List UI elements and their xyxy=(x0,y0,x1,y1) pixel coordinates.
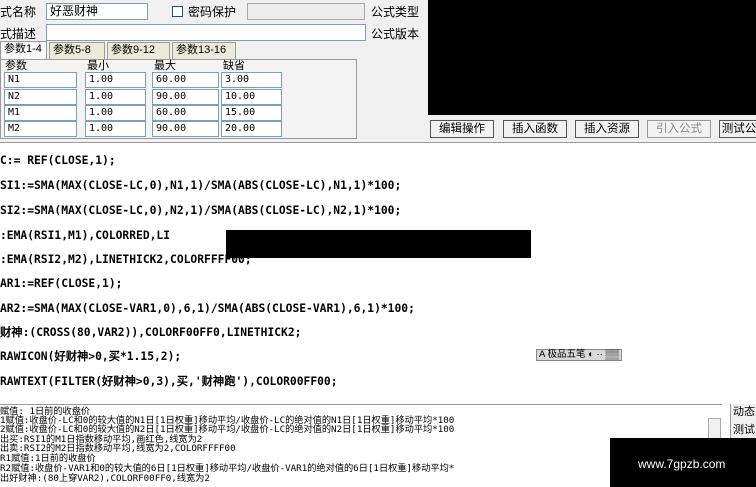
formula-code-editor[interactable]: C:= REF(CLOSE,1); SI1:=SMA(MAX(CLOSE-LC,… xyxy=(0,142,756,404)
formula-version-label: 公式版本 xyxy=(371,27,420,41)
test-button[interactable]: 测试 xyxy=(733,424,755,436)
param-cell[interactable]: 15.00 xyxy=(221,105,282,121)
param-cell[interactable]: 20.00 xyxy=(221,121,282,137)
dynamic-button[interactable]: 动态 xyxy=(733,406,755,418)
param-cell[interactable]: 3.00 xyxy=(221,72,282,88)
formula-type-label: 公式类型 xyxy=(371,5,420,19)
code-line-text: AR2:=SMA(MAX(CLOSE-VAR1,0),6,1)/SMA(ABS(… xyxy=(0,302,415,315)
param-cell[interactable]: M2 xyxy=(4,121,77,137)
import-formula-button: 引入公式 xyxy=(647,120,711,138)
code-line-text: :EMA(RSI2,M2),LINETHICK2,COLORFFFF00; xyxy=(0,253,252,266)
formula-desc-label: 式描述 xyxy=(0,27,37,41)
message-line: 出卖:RSI2的M2日指数移动平均,线宽为2,COLORFFFF00 xyxy=(0,443,236,454)
ime-status-bar[interactable]: A 极品五笔 ◐ ·· ▒▒ xyxy=(536,349,622,361)
param-table: 参数 最小 最大 缺省 N1 1.00 60.00 3.00 N2 1.00 9… xyxy=(0,59,357,139)
formula-desc-input[interactable] xyxy=(46,24,366,41)
param-header-name: 参数 xyxy=(5,60,27,72)
code-line-text: AR1:=REF(CLOSE,1); xyxy=(0,277,123,290)
message-line: R2赋值:收盘价-VAR1和0的较大值的6日[1日权重]移动平均/收盘价-VAR… xyxy=(0,463,455,474)
param-cell[interactable]: 1.00 xyxy=(85,105,146,121)
tab-params-13-16[interactable]: 参数13-16 xyxy=(172,42,236,59)
param-header-max: 最大 xyxy=(154,60,176,72)
password-input xyxy=(247,3,365,20)
watermark: www.7gpzb.com xyxy=(610,438,756,487)
code-line-text: SI1:=SMA(MAX(CLOSE-LC,0),N1,1)/SMA(ABS(C… xyxy=(0,179,402,192)
param-header-min: 最小 xyxy=(87,60,109,72)
param-cell[interactable]: 1.00 xyxy=(85,72,146,88)
code-redacted-area xyxy=(226,230,531,258)
watermark-text: www.7gpzb.com xyxy=(638,457,726,471)
param-cell[interactable]: 1.00 xyxy=(85,121,146,137)
formula-name-input[interactable]: 好恶财神 xyxy=(46,3,148,20)
param-cell[interactable]: 60.00 xyxy=(152,72,219,88)
code-line-text: RAWTEXT(FILTER(好财神>0,3),买,'财神跑'),COLOR00… xyxy=(0,375,338,388)
param-cell[interactable]: N1 xyxy=(4,72,77,88)
code-line-text: :EMA(RSI1,M1),COLORRED,LI xyxy=(0,229,171,242)
code-line: AR1:=REF(CLOSE,1); xyxy=(0,277,122,291)
message-line: 2赋值:收盘价-LC和0的较大值的N2日[1日权重]移动平均/收盘价-LC的绝对… xyxy=(0,424,455,435)
tab-params-1-4[interactable]: 参数1-4 xyxy=(0,41,47,60)
insert-resource-button[interactable]: 插入资源 xyxy=(575,120,639,138)
code-line-text: SI2:=SMA(MAX(CLOSE-LC,0),N2,1)/SMA(ABS(C… xyxy=(0,204,402,217)
code-line-text: 财神:(CROSS(80,VAR2)),COLORF00FF0,LINETHIC… xyxy=(0,326,302,339)
test-formula-button[interactable]: 测试公 xyxy=(719,120,756,138)
edit-operation-button[interactable]: 编辑操作 xyxy=(430,120,494,138)
param-cell[interactable]: 90.00 xyxy=(152,89,219,105)
message-line: R1赋值:1日前的收盘价 xyxy=(0,453,96,464)
code-line-text: RAWICON(好财神>0,买*1.15,2); xyxy=(0,350,182,363)
password-checkbox[interactable] xyxy=(172,6,183,17)
param-cell[interactable]: 10.00 xyxy=(221,89,282,105)
tab-params-9-12[interactable]: 参数9-12 xyxy=(107,42,170,59)
preview-redacted-area xyxy=(428,0,756,115)
code-line: RAWTEXT(FILTER(好财神>0,3),买,'财神跑'),COLOR00… xyxy=(0,375,338,389)
param-cell[interactable]: 1.00 xyxy=(85,89,146,105)
code-line: SI1:=SMA(MAX(CLOSE-LC,0),N1,1)/SMA(ABS(C… xyxy=(0,179,401,193)
param-header-default: 缺省 xyxy=(223,60,245,72)
param-cell[interactable]: 90.00 xyxy=(152,121,219,137)
code-line: 财神:(CROSS(80,VAR2)),COLORF00FF0,LINETHIC… xyxy=(0,326,301,340)
formula-properties-panel: 式名称 好恶财神 密码保护 公式类型 式描述 公式版本 参数1-4 参数5-8 … xyxy=(0,0,756,142)
code-line-text: C:= REF(CLOSE,1); xyxy=(0,154,116,167)
tab-params-5-8[interactable]: 参数5-8 xyxy=(49,42,105,59)
password-label: 密码保护 xyxy=(188,5,237,19)
param-cell[interactable]: 60.00 xyxy=(152,105,219,121)
code-line: :EMA(RSI1,M1),COLORRED,LI xyxy=(0,229,170,243)
formula-name-label: 式名称 xyxy=(0,5,37,19)
code-line: SI2:=SMA(MAX(CLOSE-LC,0),N2,1)/SMA(ABS(C… xyxy=(0,204,401,218)
code-line: :EMA(RSI2,M2),LINETHICK2,COLORFFFF00; xyxy=(0,253,252,267)
param-cell[interactable]: N2 xyxy=(4,89,77,105)
code-line: AR2:=SMA(MAX(CLOSE-VAR1,0),6,1)/SMA(ABS(… xyxy=(0,302,415,316)
code-line: RAWICON(好财神>0,买*1.15,2); xyxy=(0,350,181,364)
insert-function-button[interactable]: 插入函数 xyxy=(503,120,567,138)
param-cell[interactable]: M1 xyxy=(4,105,77,121)
message-line: 出好财神:(80上穿VAR2),COLORF00FF0,线宽为2 xyxy=(0,473,210,484)
code-line: C:= REF(CLOSE,1); xyxy=(0,154,116,168)
